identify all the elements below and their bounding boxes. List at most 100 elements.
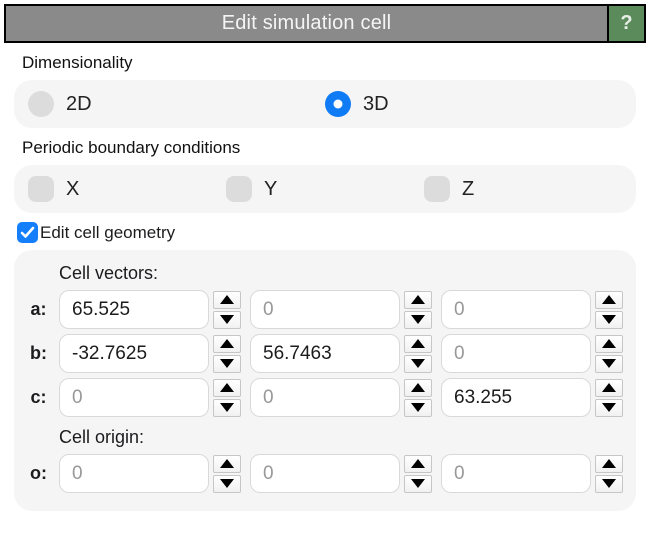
triangle-up-icon xyxy=(220,295,234,304)
spin-up-button[interactable] xyxy=(404,291,432,309)
triangle-up-icon xyxy=(411,459,425,468)
triangle-up-icon xyxy=(220,383,234,392)
edit-cell-geometry-checkbox[interactable]: Edit cell geometry xyxy=(17,222,646,243)
edit-simulation-cell-dialog: Edit simulation cell ? Dimensionality 2D… xyxy=(0,0,650,511)
spin-down-button[interactable] xyxy=(404,475,432,493)
pbc-z-label: Z xyxy=(462,178,474,201)
cell-origin-y-input[interactable] xyxy=(250,454,400,493)
spinner xyxy=(595,335,623,373)
checkbox-unchecked-icon[interactable] xyxy=(226,176,252,202)
spinner xyxy=(213,379,241,417)
radio-3d[interactable]: 3D xyxy=(325,91,622,117)
spinner xyxy=(595,291,623,329)
checkbox-checked-icon[interactable] xyxy=(17,222,38,243)
spinner xyxy=(404,335,432,373)
checkbox-unchecked-icon[interactable] xyxy=(424,176,450,202)
spin-down-button[interactable] xyxy=(595,399,623,417)
spinner xyxy=(404,455,432,493)
spinner xyxy=(595,379,623,417)
triangle-down-icon xyxy=(602,315,616,324)
title-bar: Edit simulation cell ? xyxy=(4,4,646,43)
triangle-down-icon xyxy=(602,479,616,488)
pbc-z-checkbox[interactable]: Z xyxy=(424,176,622,202)
pbc-x-label: X xyxy=(66,178,79,201)
triangle-up-icon xyxy=(411,295,425,304)
radio-2d[interactable]: 2D xyxy=(28,91,325,117)
spin-down-button[interactable] xyxy=(213,399,241,417)
triangle-up-icon xyxy=(602,339,616,348)
cell-origin-x-input[interactable] xyxy=(59,454,209,493)
triangle-up-icon xyxy=(411,339,425,348)
spin-up-button[interactable] xyxy=(213,291,241,309)
spin-down-button[interactable] xyxy=(404,355,432,373)
edit-cell-geometry-label: Edit cell geometry xyxy=(40,223,175,243)
spin-up-button[interactable] xyxy=(595,335,623,353)
spinner xyxy=(213,455,241,493)
cell-vector-a-z-input[interactable] xyxy=(441,290,591,329)
spinner xyxy=(595,455,623,493)
cell-origin-z-input[interactable] xyxy=(441,454,591,493)
spin-up-button[interactable] xyxy=(404,335,432,353)
help-button[interactable]: ? xyxy=(607,6,644,41)
spin-up-button[interactable] xyxy=(595,379,623,397)
spin-up-button[interactable] xyxy=(595,455,623,473)
triangle-down-icon xyxy=(220,359,234,368)
spin-up-button[interactable] xyxy=(213,379,241,397)
triangle-down-icon xyxy=(220,403,234,412)
cell-vector-c-z-input[interactable] xyxy=(441,378,591,417)
spin-down-button[interactable] xyxy=(404,311,432,329)
row-label-c: c: xyxy=(18,387,59,408)
pbc-x-checkbox[interactable]: X xyxy=(28,176,226,202)
row-label-a: a: xyxy=(18,299,59,320)
spin-up-button[interactable] xyxy=(404,379,432,397)
spinner xyxy=(213,335,241,373)
cell-vector-c-x-input[interactable] xyxy=(59,378,209,417)
radio-2d-label: 2D xyxy=(66,93,92,116)
spin-down-button[interactable] xyxy=(213,475,241,493)
pbc-panel: X Y Z xyxy=(14,165,636,213)
cell-vector-c-y-input[interactable] xyxy=(250,378,400,417)
spin-down-button[interactable] xyxy=(595,475,623,493)
cell-vector-row-a: a: xyxy=(18,290,623,329)
radio-3d-selected-icon[interactable] xyxy=(325,91,351,117)
triangle-up-icon xyxy=(220,459,234,468)
triangle-up-icon xyxy=(220,339,234,348)
pbc-label: Periodic boundary conditions xyxy=(22,138,646,158)
spin-up-button[interactable] xyxy=(213,335,241,353)
triangle-down-icon xyxy=(411,315,425,324)
cell-vector-a-y-input[interactable] xyxy=(250,290,400,329)
cell-geometry-panel: Cell vectors: a: xyxy=(14,250,636,511)
spin-up-button[interactable] xyxy=(595,291,623,309)
spinner xyxy=(213,291,241,329)
cell-vector-b-z-input[interactable] xyxy=(441,334,591,373)
spin-down-button[interactable] xyxy=(213,355,241,373)
spin-up-button[interactable] xyxy=(404,455,432,473)
row-label-o: o: xyxy=(18,463,59,484)
cell-origin-heading: Cell origin: xyxy=(59,427,623,448)
spin-down-button[interactable] xyxy=(404,399,432,417)
checkmark-icon xyxy=(20,226,35,239)
spin-up-button[interactable] xyxy=(213,455,241,473)
triangle-down-icon xyxy=(411,403,425,412)
cell-vectors-heading: Cell vectors: xyxy=(59,263,623,284)
spin-down-button[interactable] xyxy=(595,311,623,329)
dimensionality-label: Dimensionality xyxy=(22,53,646,73)
triangle-down-icon xyxy=(220,479,234,488)
triangle-down-icon xyxy=(411,359,425,368)
spin-down-button[interactable] xyxy=(213,311,241,329)
triangle-up-icon xyxy=(602,295,616,304)
radio-2d-icon[interactable] xyxy=(28,91,54,117)
spin-down-button[interactable] xyxy=(595,355,623,373)
spinner xyxy=(404,291,432,329)
cell-vector-b-y-input[interactable] xyxy=(250,334,400,373)
triangle-down-icon xyxy=(602,403,616,412)
pbc-y-checkbox[interactable]: Y xyxy=(226,176,424,202)
spinner xyxy=(404,379,432,417)
triangle-up-icon xyxy=(602,459,616,468)
cell-vector-a-x-input[interactable] xyxy=(59,290,209,329)
triangle-up-icon xyxy=(602,383,616,392)
cell-vector-b-x-input[interactable] xyxy=(59,334,209,373)
triangle-down-icon xyxy=(411,479,425,488)
cell-vector-row-c: c: xyxy=(18,378,623,417)
checkbox-unchecked-icon[interactable] xyxy=(28,176,54,202)
